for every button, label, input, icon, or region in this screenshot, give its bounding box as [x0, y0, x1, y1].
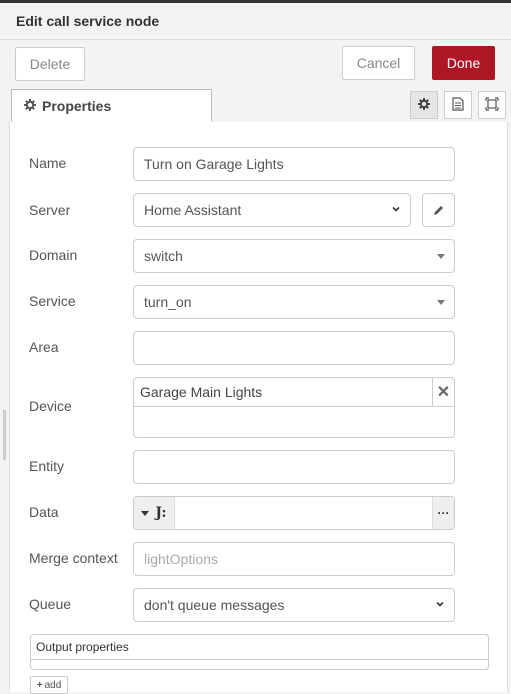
- done-button[interactable]: Done: [432, 46, 495, 80]
- device-tag: Garage Main Lights ✕: [134, 378, 454, 407]
- data-label: Data: [29, 504, 59, 520]
- frame-icon: [485, 96, 499, 114]
- gear-icon: [418, 97, 430, 113]
- chevron-down-icon: [392, 206, 400, 212]
- output-properties-list: Output properties: [30, 634, 489, 670]
- server-select[interactable]: Home Assistant: [133, 193, 411, 227]
- pencil-icon: [434, 205, 443, 215]
- name-input[interactable]: Turn on Garage Lights: [133, 147, 455, 181]
- caret-down-icon: [437, 300, 445, 305]
- description-tab-button[interactable]: [444, 91, 472, 119]
- settings-tab-button[interactable]: [410, 91, 438, 119]
- tab-properties[interactable]: Properties: [11, 89, 212, 122]
- name-label: Name: [29, 155, 67, 171]
- add-output-property-button[interactable]: + add: [30, 676, 68, 694]
- area-input[interactable]: [133, 331, 455, 365]
- merge-context-input[interactable]: lightOptions: [133, 542, 455, 576]
- add-label: add: [44, 679, 62, 691]
- domain-select[interactable]: switch: [133, 239, 455, 273]
- device-tag-label: Garage Main Lights: [140, 384, 263, 400]
- dialog-title: Edit call service node: [16, 13, 160, 29]
- service-label: Service: [29, 293, 76, 309]
- merge-context-placeholder: lightOptions: [144, 551, 218, 567]
- area-label: Area: [29, 339, 59, 355]
- domain-select-value: switch: [144, 248, 183, 264]
- data-typed-input[interactable]: J: ···: [133, 496, 455, 530]
- json-type-icon: J:: [155, 505, 167, 521]
- dialog-toolbar: Delete Cancel Done: [0, 40, 511, 86]
- close-icon[interactable]: ✕: [432, 378, 454, 406]
- output-properties-header: Output properties: [31, 635, 488, 660]
- device-input[interactable]: Garage Main Lights ✕: [133, 377, 455, 438]
- caret-down-icon: [437, 254, 445, 259]
- document-icon: [452, 96, 464, 114]
- device-label: Device: [29, 398, 72, 414]
- dialog-header: Edit call service node: [0, 3, 511, 40]
- resize-handle[interactable]: [3, 410, 6, 460]
- queue-label: Queue: [29, 596, 72, 612]
- tab-bar: Properties: [9, 89, 506, 123]
- expand-editor-button[interactable]: ···: [432, 497, 454, 529]
- queue-select[interactable]: don't queue messages: [133, 588, 455, 622]
- domain-label: Domain: [29, 247, 78, 263]
- plus-icon: +: [36, 679, 43, 691]
- delete-button[interactable]: Delete: [15, 47, 85, 81]
- tab-properties-label: Properties: [42, 97, 112, 114]
- appearance-tab-button[interactable]: [478, 91, 506, 119]
- chevron-down-icon: [436, 601, 444, 607]
- server-select-value: Home Assistant: [144, 202, 242, 218]
- merge-context-label: Merge context: [29, 550, 118, 566]
- edit-server-button[interactable]: [422, 193, 455, 227]
- entity-label: Entity: [29, 458, 65, 474]
- name-input-value: Turn on Garage Lights: [144, 156, 284, 172]
- service-select-value: turn_on: [144, 294, 192, 310]
- entity-input[interactable]: [133, 450, 455, 484]
- queue-select-value: don't queue messages: [144, 597, 285, 613]
- data-type-selector[interactable]: J:: [134, 497, 175, 529]
- caret-down-icon: [141, 510, 150, 516]
- server-label: Server: [29, 202, 71, 218]
- cancel-button[interactable]: Cancel: [342, 46, 415, 80]
- service-select[interactable]: turn_on: [133, 285, 455, 319]
- gear-icon: [24, 98, 36, 114]
